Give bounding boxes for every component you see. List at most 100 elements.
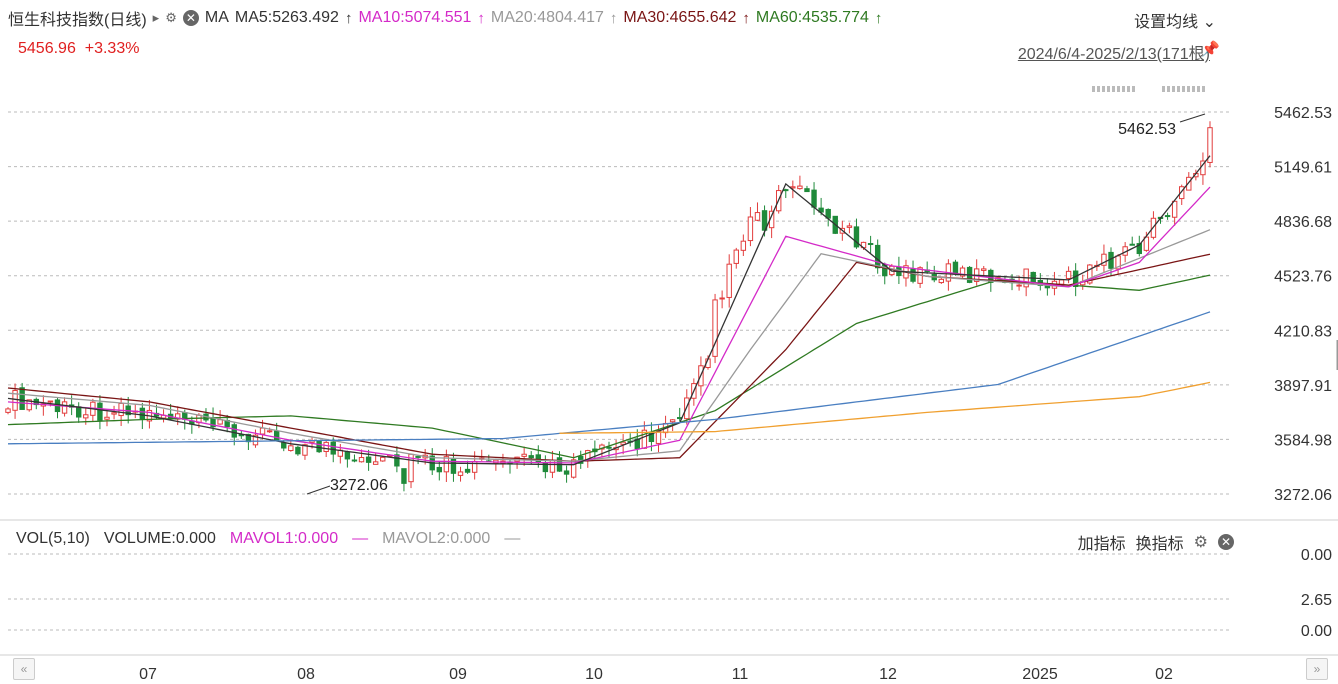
candle-body xyxy=(1171,200,1178,218)
y-tick-label: 3897.91 xyxy=(1274,378,1332,395)
candle-body xyxy=(401,468,407,484)
candle-body xyxy=(747,216,754,242)
candle-body xyxy=(754,212,761,221)
candle-body xyxy=(981,268,987,271)
candle-body xyxy=(740,240,747,251)
low-annotation: 3272.06 xyxy=(330,477,388,494)
candle-body xyxy=(323,441,329,453)
candle-body xyxy=(797,185,803,190)
event-marker xyxy=(1197,86,1200,92)
volume-tick-label: 2.65 xyxy=(1301,592,1332,609)
candle-body xyxy=(259,427,266,435)
switch-indicator-button[interactable]: 换指标 xyxy=(1136,530,1184,554)
event-marker xyxy=(1097,86,1100,92)
x-tick-label: 2025 xyxy=(1022,666,1058,683)
y-tick-label: 4210.83 xyxy=(1274,323,1332,340)
candle-body xyxy=(464,468,471,473)
add-indicator-button[interactable]: 加指标 xyxy=(1078,530,1126,554)
y-tick-label: 5462.53 xyxy=(1274,105,1332,122)
candle-body xyxy=(372,461,379,465)
event-marker xyxy=(1092,86,1095,92)
volume-value: VOLUME:0.000 xyxy=(103,530,216,547)
x-tick-label: 12 xyxy=(879,666,897,683)
volume-legend: VOL(5,10) VOLUME:0.000 MAVOL1:0.000 — MA… xyxy=(16,530,520,548)
y-tick-label: 3272.06 xyxy=(1274,487,1332,504)
candle-body xyxy=(111,412,117,415)
event-marker xyxy=(1177,86,1180,92)
candle-body xyxy=(867,243,874,246)
y-tick-label: 4836.68 xyxy=(1274,214,1332,231)
event-marker xyxy=(1122,86,1125,92)
candle-body xyxy=(330,441,336,455)
candle-body xyxy=(273,430,280,441)
ma250-line xyxy=(559,381,1211,434)
ma20-line xyxy=(7,229,1211,462)
mavol1-value: MAVOL1:0.000 xyxy=(229,530,339,547)
volume-tick-label: 0.00 xyxy=(1301,547,1332,564)
candle-body xyxy=(528,455,534,459)
high-annotation: 5462.53 xyxy=(1118,121,1176,138)
candle-body xyxy=(811,189,817,208)
candle-body xyxy=(606,446,612,449)
event-marker xyxy=(1182,86,1185,92)
candle-body xyxy=(5,408,11,413)
candle-body xyxy=(365,456,372,463)
y-tick-label: 5149.61 xyxy=(1274,160,1332,177)
candle-body xyxy=(436,466,443,473)
candle-body xyxy=(669,419,676,423)
x-tick-label: 07 xyxy=(139,666,157,683)
candle-body xyxy=(726,263,732,298)
event-marker xyxy=(1127,86,1130,92)
mavol2-dash: — xyxy=(504,530,521,547)
y-tick-label: 4523.76 xyxy=(1274,269,1332,286)
low-pointer xyxy=(306,485,331,495)
candle-body xyxy=(938,278,945,284)
candle-body xyxy=(316,440,322,453)
event-marker xyxy=(1187,86,1190,92)
x-tick-label: 08 xyxy=(297,666,315,683)
event-marker xyxy=(1172,86,1175,92)
candle-body xyxy=(288,445,294,452)
volume-tick-label: 0.00 xyxy=(1301,623,1332,640)
candle-body xyxy=(358,457,365,463)
candle-body xyxy=(47,400,54,403)
candle-body xyxy=(952,261,959,274)
candle-body xyxy=(281,442,287,449)
gear-icon[interactable]: ⚙ xyxy=(1194,532,1208,552)
candle-body xyxy=(344,451,351,460)
candle-body xyxy=(83,414,89,419)
candle-body xyxy=(295,446,301,455)
candle-body xyxy=(443,456,450,473)
candle-body xyxy=(1058,279,1065,285)
candle-body xyxy=(719,297,725,300)
x-tick-label: 10 xyxy=(585,666,603,683)
event-marker xyxy=(1132,86,1135,92)
ma30-line xyxy=(7,253,1211,462)
candle-body xyxy=(535,454,541,463)
close-icon[interactable]: ✕ xyxy=(1218,534,1234,550)
event-marker xyxy=(1167,86,1170,92)
candle-body xyxy=(351,459,358,462)
ma60-line xyxy=(7,274,1211,459)
candle-body xyxy=(1129,243,1135,246)
candle-body xyxy=(76,406,82,418)
candle-body xyxy=(1164,215,1171,218)
high-pointer xyxy=(1179,113,1206,123)
vol-label: VOL(5,10) xyxy=(16,530,90,547)
candle-body xyxy=(266,430,273,433)
candle-body xyxy=(563,470,570,475)
scroll-right-button[interactable]: » xyxy=(1306,658,1328,680)
mavol1-dash: — xyxy=(352,530,369,547)
candle-body xyxy=(733,249,739,264)
mavol2-value: MAVOL2:0.000 xyxy=(382,530,491,547)
candle-body xyxy=(61,401,68,414)
candle-body xyxy=(104,416,110,420)
x-tick-label: 11 xyxy=(732,666,749,683)
scroll-left-button[interactable]: « xyxy=(13,658,35,680)
candle-body xyxy=(118,402,124,417)
candle-body xyxy=(521,453,527,457)
candle-body xyxy=(804,188,810,193)
candlestick-chart[interactable]: 5462.53 5149.61 4836.68 4523.76 4210.83 3897.… xyxy=(0,0,1338,684)
event-marker xyxy=(1117,86,1120,92)
volume-controls: 加指标 换指标 ⚙ ✕ xyxy=(1078,530,1234,554)
